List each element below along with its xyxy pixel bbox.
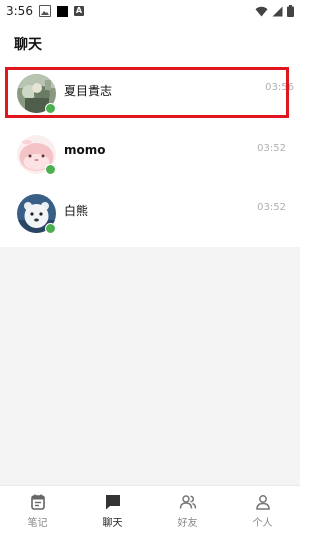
nav-item-friends[interactable]: 好友 [150,486,225,533]
chat-name: momo [64,143,106,157]
nav-label: 笔记 [27,517,48,529]
a-icon: A [73,6,84,16]
page-title: 聊天 [14,37,42,53]
person-icon [255,494,270,510]
nav-label: 聊天 [102,517,123,529]
nav-label: 个人 [252,517,273,529]
chat-list: 夏目貴志 03:56 momo 03:52 白熊 03:52 [0,62,300,247]
battery-icon [287,5,294,17]
wifi-icon [255,6,268,16]
friends-icon [179,494,196,509]
chat-screen: 3:56 A 聊天 夏目貴志 03:56 momo 03:52 白熊 03:52… [0,0,300,533]
chat-item-momo[interactable]: momo 03:52 [0,123,300,179]
chat-name: 白熊 [64,204,89,218]
chat-time: 03:52 [257,143,286,154]
online-status-dot [45,223,56,234]
notes-icon [30,494,45,510]
square-icon [56,5,68,17]
online-status-dot [45,103,56,114]
chat-name: 夏目貴志 [64,84,113,98]
chat-icon [105,494,120,509]
chat-time: 03:52 [257,202,286,213]
nav-item-notes[interactable]: 笔记 [0,486,75,533]
nav-item-chat[interactable]: 聊天 [75,486,150,533]
status-time: 3:56 [6,4,33,18]
nav-label: 好友 [177,517,198,529]
nav-item-person[interactable]: 个人 [225,486,300,533]
empty-area [0,247,300,485]
online-status-dot [45,164,56,175]
image-icon [38,5,51,17]
signal-icon [272,6,283,16]
status-right [255,5,294,17]
chat-item-natsume[interactable]: 夏目貴志 03:56 [0,62,300,118]
bottom-nav: 笔记 聊天 好友 个人 [0,485,300,533]
chat-time: 03:56 [265,82,294,93]
status-left: 3:56 A [6,4,84,18]
chat-item-polar-bear[interactable]: 白熊 03:52 [0,182,300,238]
status-bar: 3:56 A [0,0,300,22]
